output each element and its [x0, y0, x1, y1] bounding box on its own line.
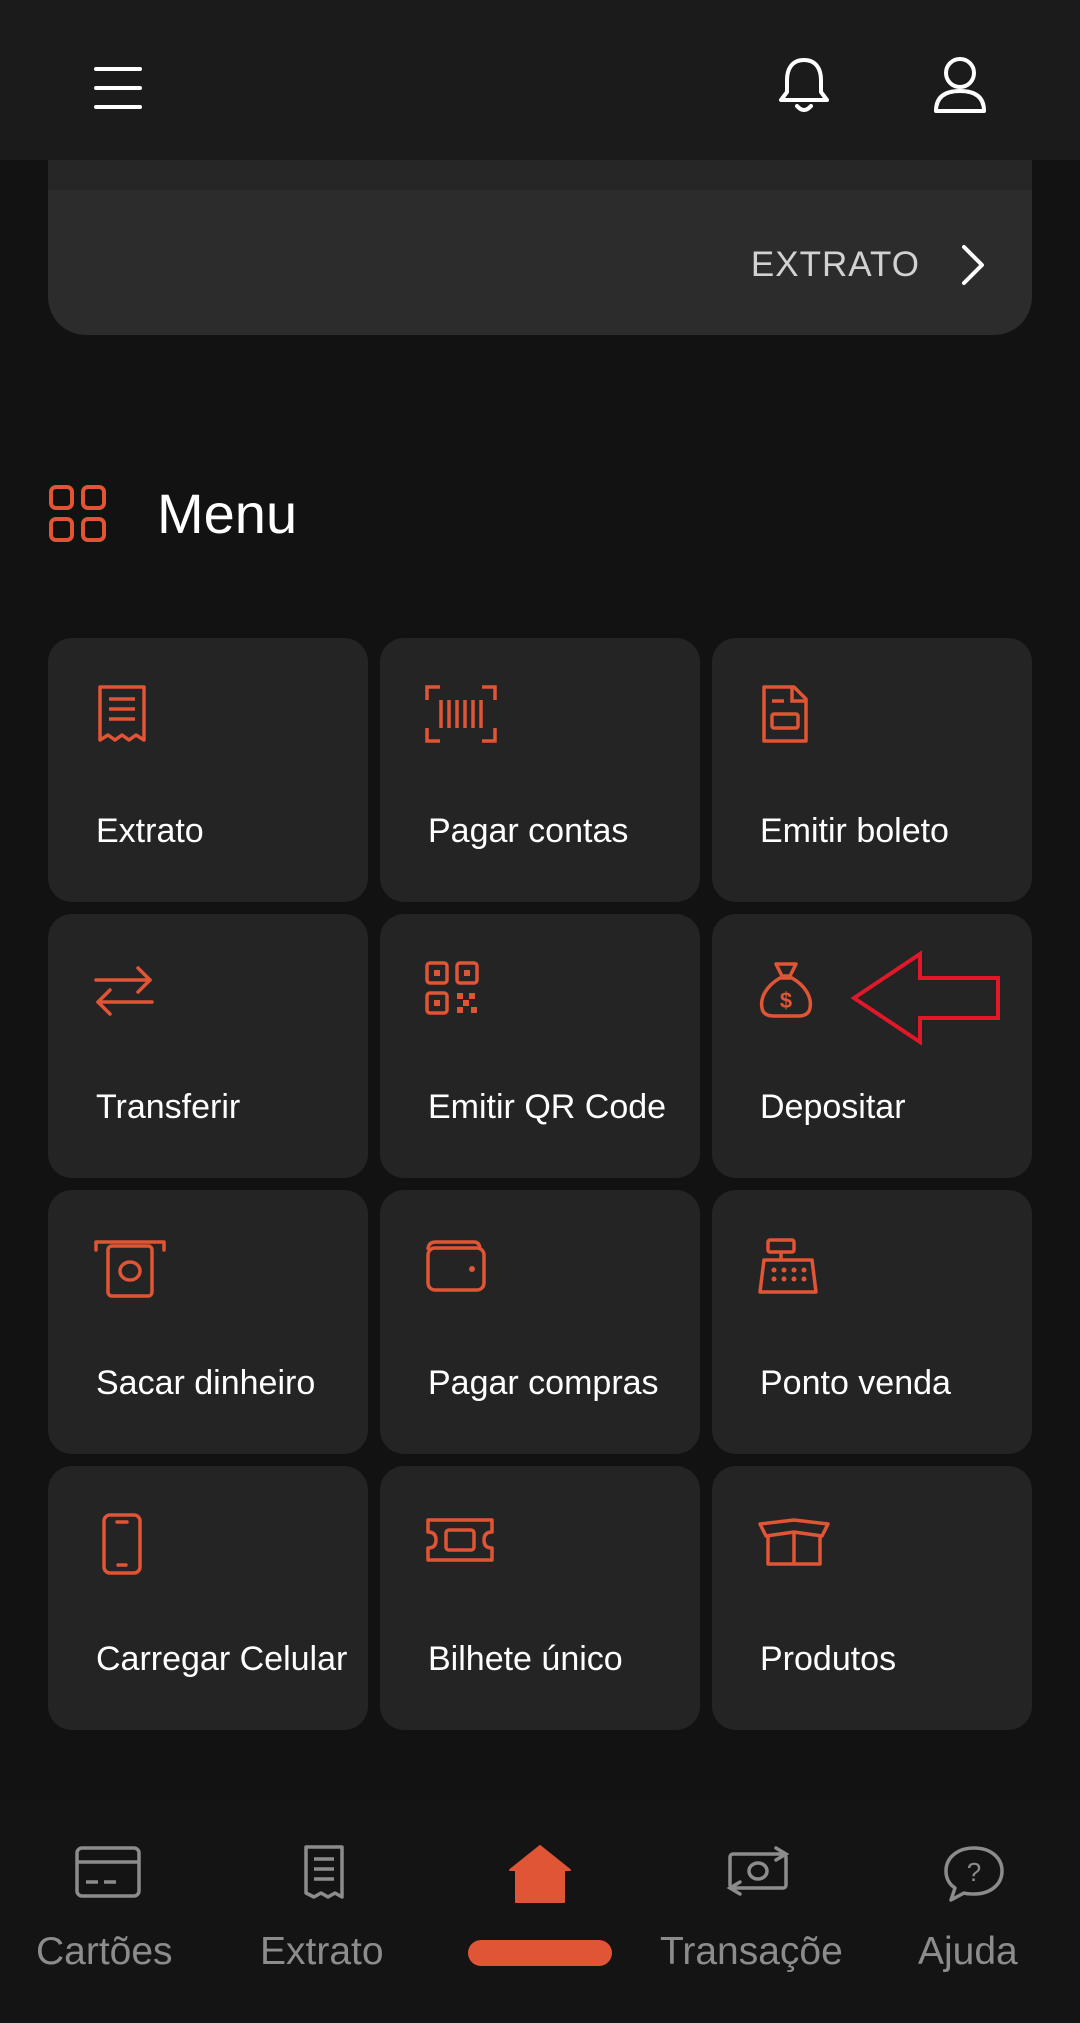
nav-cartoes[interactable]: Cartões — [28, 1800, 188, 2023]
money-bag-icon: $ — [756, 960, 816, 1020]
menu-tile-label: Sacar dinheiro — [96, 1364, 316, 1402]
menu-tile-transferir[interactable]: Transferir — [48, 914, 368, 1178]
menu-tile-bilhete-unico[interactable]: Bilhete único — [380, 1466, 700, 1730]
home-icon — [508, 1844, 572, 1904]
nav-label: Cartões — [36, 1930, 173, 1973]
svg-text:?: ? — [967, 1857, 981, 1887]
menu-tile-label: Emitir QR Code — [428, 1088, 667, 1126]
card-top-edge — [48, 160, 1032, 190]
receipt-icon — [300, 1844, 348, 1900]
menu-tile-carregar-celular[interactable]: Carregar Celular — [48, 1466, 368, 1730]
cash-withdraw-icon — [92, 1236, 168, 1298]
menu-tile-label: Ponto venda — [760, 1364, 951, 1402]
menu-tile-label: Pagar compras — [428, 1364, 659, 1402]
extrato-link[interactable]: EXTRATO — [751, 235, 986, 295]
menu-tile-emitir-qr-code[interactable]: Emitir QR Code — [380, 914, 700, 1178]
user-icon[interactable] — [932, 55, 988, 115]
box-icon — [756, 1512, 832, 1572]
hamburger-menu-icon[interactable] — [92, 62, 144, 114]
transfer-arrows-icon — [92, 960, 156, 1020]
cash-register-icon — [756, 1236, 820, 1296]
svg-text:$: $ — [780, 988, 792, 1013]
document-icon — [756, 684, 816, 744]
menu-tile-label: Emitir boleto — [760, 812, 949, 850]
menu-tile-label: Depositar — [760, 1088, 906, 1126]
help-chat-icon: ? — [942, 1844, 1006, 1904]
menu-header: Menu — [48, 484, 297, 544]
chevron-right-icon — [960, 243, 986, 287]
bell-icon[interactable] — [776, 56, 832, 116]
nav-label: Transaçõe — [660, 1930, 843, 1973]
menu-grid: Extrato Pagar contas Emitir boleto Trans… — [48, 638, 1032, 1730]
menu-tile-sacar-dinheiro[interactable]: Sacar dinheiro — [48, 1190, 368, 1454]
ticket-icon — [424, 1512, 496, 1572]
bottom-navigation: Cartões Extrato Transaçõe ? Ajuda — [0, 1800, 1080, 2023]
card-icon — [74, 1844, 142, 1900]
menu-tile-label: Carregar Celular — [96, 1640, 348, 1678]
menu-tile-extrato[interactable]: Extrato — [48, 638, 368, 902]
nav-label: Extrato — [260, 1930, 384, 1973]
menu-tile-label: Extrato — [96, 812, 204, 850]
menu-tile-label: Produtos — [760, 1640, 897, 1678]
menu-tile-label: Pagar contas — [428, 812, 629, 850]
menu-tile-pagar-compras[interactable]: Pagar compras — [380, 1190, 700, 1454]
extrato-link-label: EXTRATO — [750, 245, 920, 284]
menu-tile-emitir-boleto[interactable]: Emitir boleto — [712, 638, 1032, 902]
menu-tile-produtos[interactable]: Produtos — [712, 1466, 1032, 1730]
balance-card: EXTRATO — [48, 160, 1032, 335]
money-exchange-icon — [722, 1844, 794, 1900]
receipt-icon — [92, 684, 152, 744]
nav-extrato[interactable]: Extrato — [250, 1800, 400, 2023]
qr-code-icon — [424, 960, 484, 1020]
annotation-arrow-icon — [850, 950, 1002, 1046]
nav-transacoes[interactable]: Transaçõe — [660, 1800, 860, 2023]
menu-tile-label: Transferir — [96, 1088, 241, 1126]
nav-label: Ajuda — [918, 1930, 1018, 1973]
nav-home[interactable] — [460, 1800, 620, 2023]
menu-tile-label: Bilhete único — [428, 1640, 623, 1678]
home-active-indicator — [468, 1940, 612, 1966]
menu-title: Menu — [157, 482, 298, 545]
grid-icon — [48, 484, 108, 544]
menu-tile-ponto-venda[interactable]: Ponto venda — [712, 1190, 1032, 1454]
wallet-icon — [424, 1236, 488, 1296]
phone-icon — [92, 1512, 152, 1575]
top-app-bar — [0, 0, 1080, 160]
barcode-scan-icon — [424, 684, 498, 744]
nav-ajuda[interactable]: ? Ajuda — [900, 1800, 1050, 2023]
menu-tile-pagar-contas[interactable]: Pagar contas — [380, 638, 700, 902]
